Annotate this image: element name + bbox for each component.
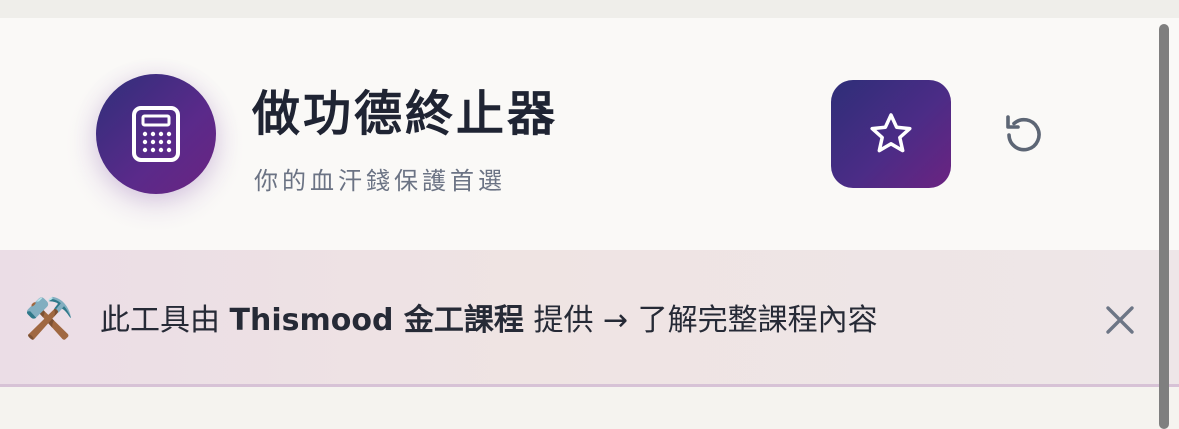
notice-prefix: 此工具由: [100, 303, 230, 338]
favorite-button[interactable]: [831, 80, 951, 188]
reset-button[interactable]: [996, 108, 1050, 162]
close-notice-button[interactable]: [1100, 300, 1140, 340]
notice-link[interactable]: 此工具由 Thismood 金工課程 提供 → 了解完整課程內容: [100, 298, 878, 344]
notice-suffix: 提供 → 了解完整課程內容: [523, 303, 878, 338]
content-area: [0, 387, 1179, 429]
refresh-icon: [1006, 115, 1041, 152]
tools-icon: ⚒️: [24, 296, 74, 342]
course-name: Thismood 金工課程: [229, 303, 524, 338]
top-strip: [0, 0, 1179, 18]
app-logo: [96, 74, 216, 194]
close-icon: [1106, 306, 1134, 334]
scrollbar[interactable]: [1159, 24, 1169, 429]
star-icon: [870, 113, 912, 153]
calculator-icon: [132, 106, 180, 162]
app-title: 做功德終止器: [252, 86, 559, 142]
app-subtitle: 你的血汗錢保護首選: [254, 167, 506, 195]
